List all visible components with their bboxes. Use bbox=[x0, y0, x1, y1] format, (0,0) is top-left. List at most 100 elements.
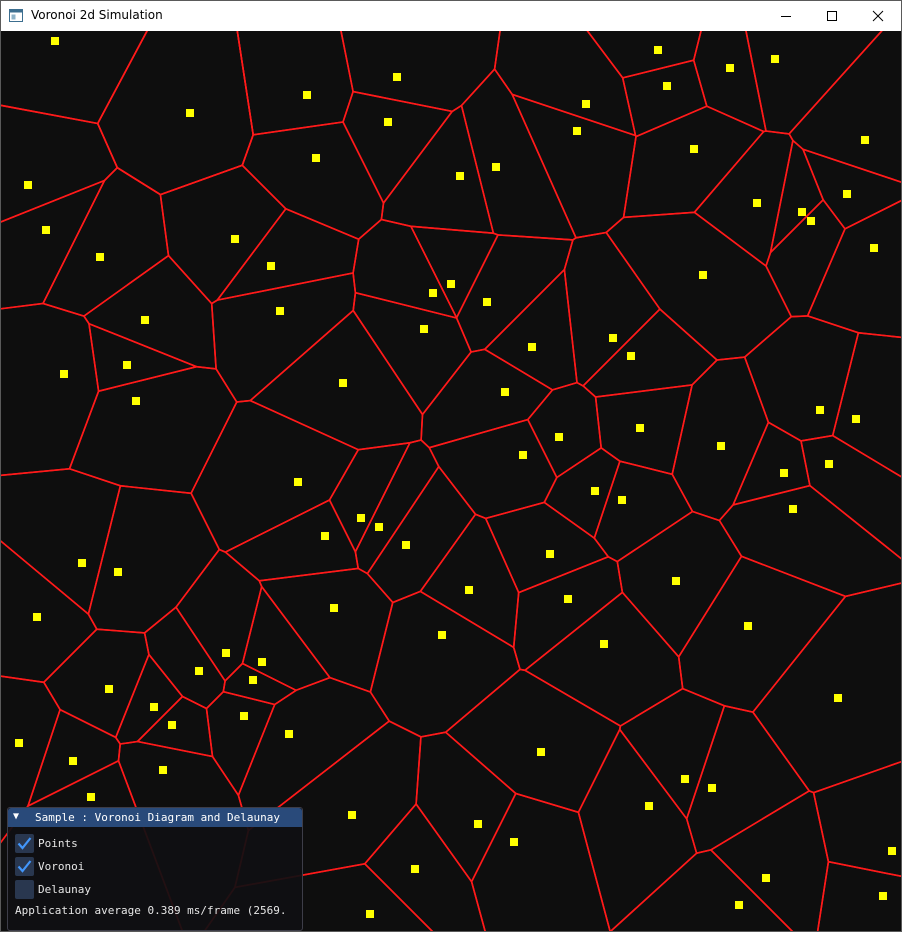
site-point bbox=[852, 415, 860, 423]
points-checkbox[interactable] bbox=[15, 834, 34, 853]
sample-panel[interactable]: ▼ Sample : Voronoi Diagram and Delaunay … bbox=[7, 807, 303, 931]
site-point bbox=[654, 46, 662, 54]
panel-header[interactable]: ▼ Sample : Voronoi Diagram and Delaunay bbox=[8, 808, 302, 827]
site-point bbox=[510, 838, 518, 846]
site-point bbox=[402, 541, 410, 549]
site-point bbox=[528, 343, 536, 351]
site-point bbox=[123, 361, 131, 369]
site-point bbox=[699, 271, 707, 279]
site-point bbox=[186, 109, 194, 117]
render-viewport[interactable] bbox=[1, 31, 901, 931]
site-point bbox=[438, 631, 446, 639]
points-toggle[interactable]: Points bbox=[15, 834, 215, 853]
site-point bbox=[573, 127, 581, 135]
site-point bbox=[231, 235, 239, 243]
site-point bbox=[726, 64, 734, 72]
site-point bbox=[150, 703, 158, 711]
delaunay-checkbox[interactable] bbox=[15, 880, 34, 899]
site-point bbox=[15, 739, 23, 747]
site-point bbox=[312, 154, 320, 162]
site-point bbox=[348, 811, 356, 819]
site-point bbox=[429, 289, 437, 297]
site-point bbox=[411, 865, 419, 873]
site-point bbox=[321, 532, 329, 540]
site-point bbox=[159, 766, 167, 774]
site-point bbox=[762, 874, 770, 882]
points-label: Points bbox=[38, 837, 78, 850]
site-point bbox=[807, 217, 815, 225]
site-point bbox=[744, 622, 752, 630]
site-point bbox=[24, 181, 32, 189]
site-point bbox=[366, 910, 374, 918]
site-point bbox=[267, 262, 275, 270]
site-point bbox=[672, 577, 680, 585]
app-icon bbox=[9, 9, 23, 22]
site-point bbox=[60, 370, 68, 378]
site-point bbox=[456, 172, 464, 180]
site-point bbox=[861, 136, 869, 144]
site-point bbox=[564, 595, 572, 603]
site-point bbox=[690, 145, 698, 153]
site-point bbox=[546, 550, 554, 558]
panel-title: Sample : Voronoi Diagram and Delaunay bbox=[35, 811, 281, 824]
site-point bbox=[168, 721, 176, 729]
site-point bbox=[330, 604, 338, 612]
checkmark-icon bbox=[17, 860, 32, 873]
site-point bbox=[384, 118, 392, 126]
site-point bbox=[663, 82, 671, 90]
site-point bbox=[834, 694, 842, 702]
site-point bbox=[825, 460, 833, 468]
site-point bbox=[114, 568, 122, 576]
site-point bbox=[816, 406, 824, 414]
minimize-icon bbox=[781, 16, 791, 17]
checkmark-icon bbox=[17, 837, 32, 850]
site-point bbox=[879, 892, 887, 900]
site-point bbox=[78, 559, 86, 567]
site-point bbox=[555, 433, 563, 441]
site-point bbox=[33, 613, 41, 621]
minimize-button[interactable] bbox=[763, 1, 809, 31]
site-point bbox=[636, 424, 644, 432]
site-point bbox=[357, 514, 365, 522]
close-icon bbox=[872, 10, 884, 22]
site-point bbox=[474, 820, 482, 828]
voronoi-label: Voronoi bbox=[38, 860, 85, 873]
site-point bbox=[249, 676, 257, 684]
site-point bbox=[240, 712, 248, 720]
site-point bbox=[870, 244, 878, 252]
site-point bbox=[42, 226, 50, 234]
site-point bbox=[789, 505, 797, 513]
site-point bbox=[798, 208, 806, 216]
site-point bbox=[735, 901, 743, 909]
window-title: Voronoi 2d Simulation bbox=[31, 8, 163, 22]
voronoi-toggle[interactable]: Voronoi bbox=[15, 857, 215, 876]
site-point bbox=[132, 397, 140, 405]
site-point bbox=[582, 100, 590, 108]
site-point bbox=[222, 649, 230, 657]
site-point bbox=[375, 523, 383, 531]
site-point bbox=[483, 298, 491, 306]
site-point bbox=[627, 352, 635, 360]
app-window: Voronoi 2d Simulation ▼ Sample: Voronoi… bbox=[0, 0, 902, 932]
site-point bbox=[105, 685, 113, 693]
frame-time-status: Application average 0.389 ms/frame (2569… bbox=[15, 904, 287, 917]
site-point bbox=[843, 190, 851, 198]
site-point bbox=[276, 307, 284, 315]
voronoi-canvas[interactable] bbox=[1, 31, 901, 931]
site-point bbox=[447, 280, 455, 288]
site-point bbox=[87, 793, 95, 801]
site-point bbox=[681, 775, 689, 783]
close-button[interactable] bbox=[855, 1, 901, 31]
title-bar[interactable]: Voronoi 2d Simulation bbox=[1, 1, 901, 31]
delaunay-toggle[interactable]: Delaunay bbox=[15, 880, 215, 899]
voronoi-checkbox[interactable] bbox=[15, 857, 34, 876]
site-point bbox=[753, 199, 761, 207]
maximize-button[interactable] bbox=[809, 1, 855, 31]
site-point bbox=[888, 847, 896, 855]
site-point bbox=[771, 55, 779, 63]
delaunay-label: Delaunay bbox=[38, 883, 91, 896]
maximize-icon bbox=[827, 11, 837, 21]
site-point bbox=[420, 325, 428, 333]
triangle-down-icon[interactable]: ▼ bbox=[13, 811, 19, 822]
site-point bbox=[96, 253, 104, 261]
